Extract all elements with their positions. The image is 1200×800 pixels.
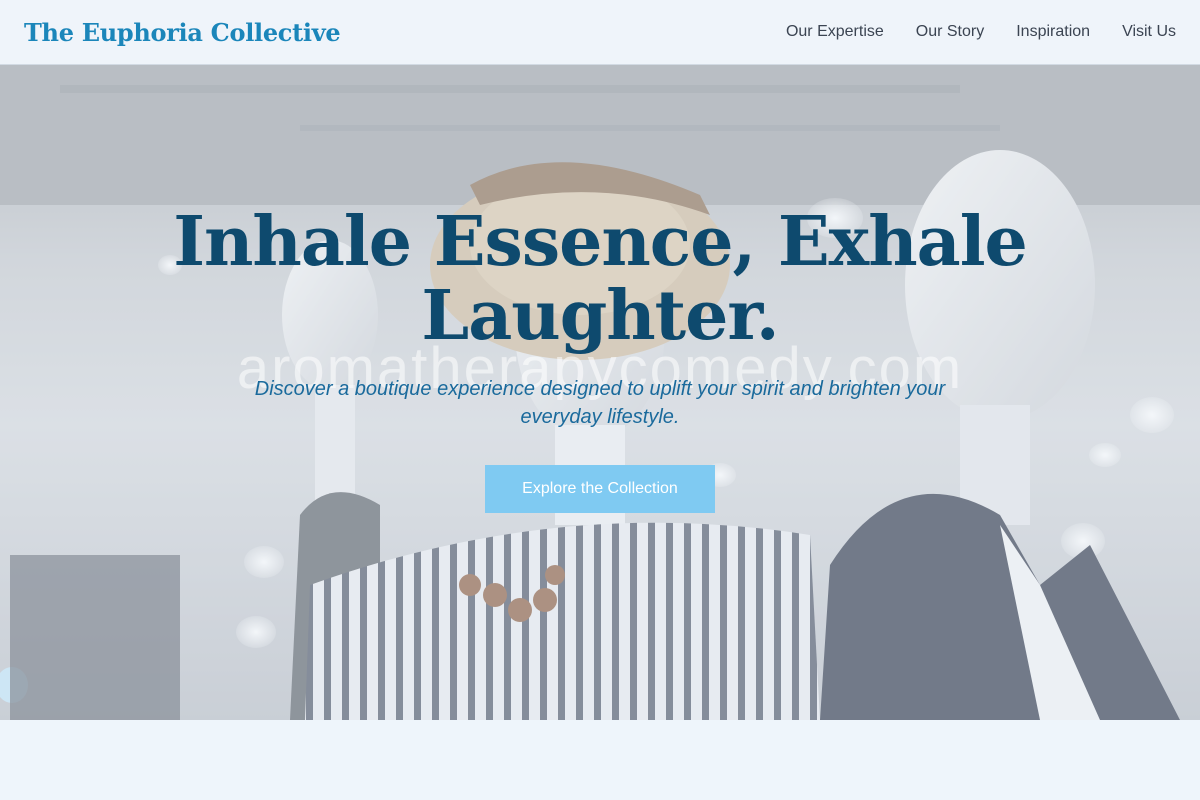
nav-item-our-story[interactable]: Our Story [916,23,984,41]
hero-section: aromatherapycomedy.com Inhale Essence, E… [0,65,1200,720]
hero-title: Inhale Essence, Exhale Laughter. [173,202,1028,356]
nav-item-our-expertise[interactable]: Our Expertise [786,23,884,41]
nav-item-visit-us[interactable]: Visit Us [1122,23,1176,41]
nav-item-inspiration[interactable]: Inspiration [1016,23,1090,41]
content-section [0,720,1200,800]
hero-content: Inhale Essence, Exhale Laughter. Discove… [0,205,1200,513]
site-header: The Euphoria Collective Our Expertise Ou… [0,0,1200,65]
brand-logo[interactable]: The Euphoria Collective [24,18,341,47]
hero-subtitle: Discover a boutique experience designed … [254,378,946,428]
main-nav: Our Expertise Our Story Inspiration Visi… [786,23,1176,41]
explore-collection-button[interactable]: Explore the Collection [485,465,715,513]
